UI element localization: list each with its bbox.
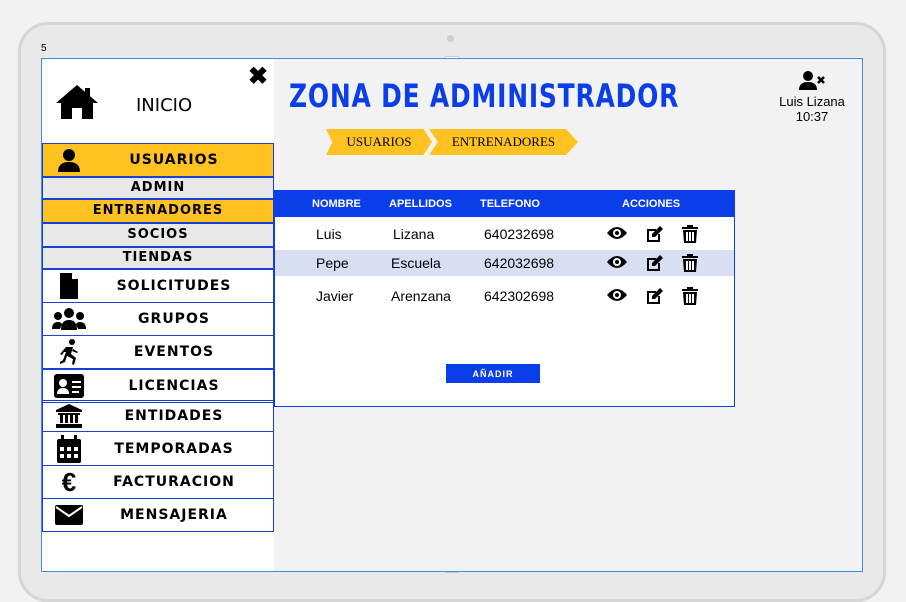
app-screen: INICIO ✖ USUARIOS ADMIN ENTRENADORES SOC… — [41, 58, 863, 572]
edit-icon[interactable] — [646, 225, 664, 246]
sidebar: INICIO ✖ USUARIOS ADMIN ENTRENADORES SOC… — [42, 59, 274, 571]
col-acciones: ACCIONES — [622, 198, 681, 210]
camera-dot — [447, 35, 454, 42]
col-apellidos: APELLIDOS — [389, 198, 452, 210]
home-label[interactable]: INICIO — [136, 95, 192, 116]
sidebar-item-label: TEMPORADAS — [114, 440, 234, 457]
users-icon — [43, 307, 95, 331]
trash-icon[interactable] — [682, 254, 698, 275]
sidebar-item-label: ENTIDADES — [124, 408, 224, 424]
sidebar-subitem-tiendas[interactable]: TIENDAS — [42, 247, 274, 269]
sidebar-item-temporadas[interactable]: TEMPORADAS — [42, 431, 274, 466]
sidebar-item-label: LICENCIAS — [128, 378, 220, 394]
eye-icon[interactable] — [607, 225, 627, 244]
user-name: Luis Lizana — [779, 94, 845, 109]
table-row: Javier Arenzana 642302698 — [275, 283, 734, 309]
sidebar-subitem-socios[interactable]: SOCIOS — [42, 223, 274, 247]
col-nombre: NOMBRE — [312, 198, 361, 210]
eye-icon[interactable] — [607, 287, 627, 306]
sidebar-item-label: MENSAJERIA — [120, 507, 228, 523]
sidebar-item-label: EVENTOS — [133, 344, 215, 360]
sidebar-item-mensajeria[interactable]: MENSAJERIA — [42, 498, 274, 532]
page-title: ZONA DE ADMINISTRADOR — [289, 77, 680, 115]
eye-icon[interactable] — [607, 254, 627, 273]
cell-nombre: Javier — [316, 288, 354, 304]
cell-telefono: 640232698 — [484, 226, 555, 242]
home-icon[interactable] — [54, 83, 100, 126]
user-remove-icon[interactable] — [799, 71, 825, 94]
col-telefono: TELEFONO — [480, 198, 540, 210]
home-row[interactable]: INICIO — [42, 59, 274, 143]
user-box[interactable]: Luis Lizana 10:37 — [777, 71, 847, 124]
calendar-icon — [43, 434, 95, 463]
add-button[interactable]: AÑADIR — [446, 364, 540, 383]
id-card-icon — [43, 374, 95, 398]
cell-apellidos: Lizana — [393, 226, 435, 242]
sidebar-item-eventos[interactable]: EVENTOS — [42, 335, 274, 369]
running-icon — [43, 338, 95, 366]
cell-telefono: 642032698 — [484, 255, 555, 271]
cell-apellidos: Arenzana — [391, 288, 451, 304]
trash-icon[interactable] — [682, 287, 698, 308]
sidebar-item-usuarios[interactable]: USUARIOS — [42, 143, 274, 177]
page-number: 5 — [41, 43, 47, 54]
table-row: Luis Lizana 640232698 — [275, 221, 734, 247]
table-row: Pepe Escuela 642032698 — [275, 250, 734, 276]
edit-icon[interactable] — [646, 287, 664, 308]
cell-telefono: 642302698 — [484, 288, 555, 304]
sidebar-item-facturacion[interactable]: € FACTURACION — [42, 465, 274, 499]
sidebar-item-label: SOLICITUDES — [116, 278, 232, 294]
bank-icon — [43, 404, 95, 428]
user-icon — [43, 147, 95, 173]
cell-nombre: Luis — [316, 226, 342, 242]
tab-entrenadores[interactable]: ENTRENADORES — [429, 129, 578, 155]
sidebar-item-label: USUARIOS — [129, 152, 219, 168]
euro-icon: € — [61, 466, 77, 497]
cell-apellidos: Escuela — [391, 255, 441, 271]
sidebar-subitem-admin[interactable]: ADMIN — [42, 177, 274, 199]
envelope-icon — [43, 505, 95, 525]
clock-time: 10:37 — [795, 109, 829, 124]
tab-usuarios[interactable]: USUARIOS — [326, 129, 432, 155]
sidebar-item-licencias[interactable]: LICENCIAS — [42, 369, 274, 403]
close-icon[interactable]: ✖ — [248, 62, 268, 91]
sidebar-item-label: FACTURACION — [113, 474, 235, 490]
cell-nombre: Pepe — [316, 255, 349, 271]
sidebar-item-label: GRUPOS — [138, 311, 210, 327]
sidebar-item-solicitudes[interactable]: SOLICITUDES — [42, 269, 274, 303]
sidebar-item-grupos[interactable]: GRUPOS — [42, 302, 274, 336]
table-header: NOMBRE APELLIDOS TELEFONO ACCIONES — [275, 191, 734, 217]
edit-icon[interactable] — [646, 254, 664, 275]
file-icon — [43, 272, 95, 300]
users-table: NOMBRE APELLIDOS TELEFONO ACCIONES Luis … — [274, 190, 735, 407]
sidebar-subitem-entrenadores[interactable]: ENTRENADORES — [42, 199, 274, 223]
sidebar-item-entidades[interactable]: ENTIDADES — [42, 400, 274, 432]
trash-icon[interactable] — [682, 225, 698, 246]
